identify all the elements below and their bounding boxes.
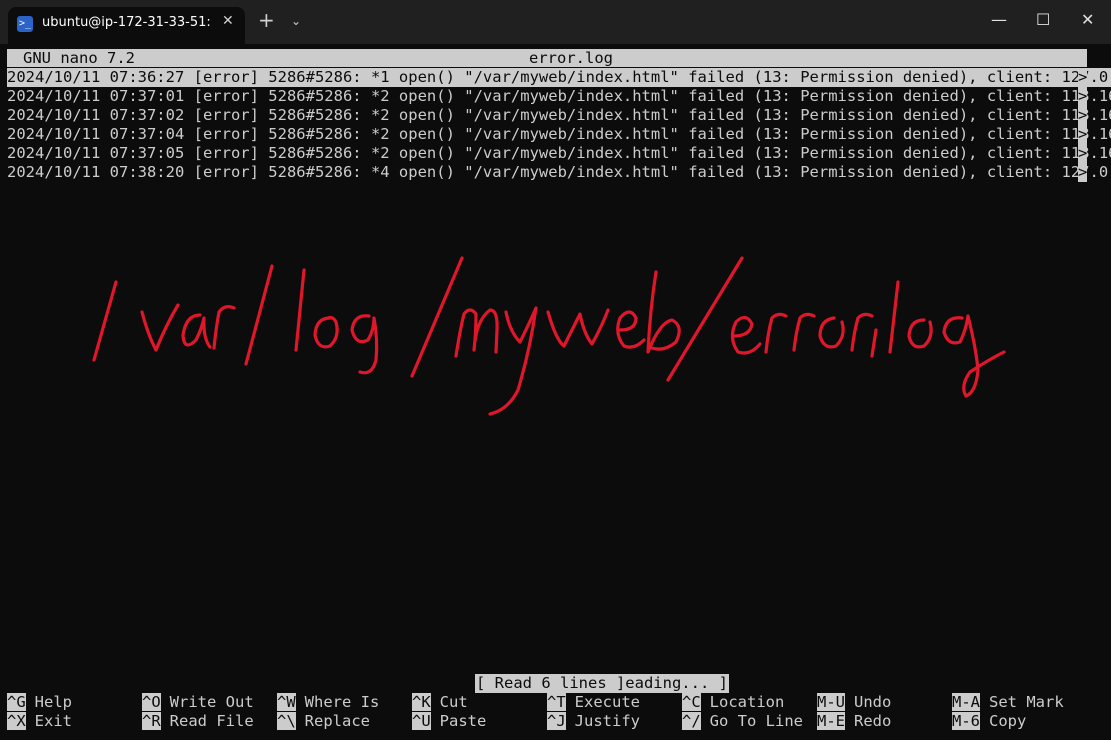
close-window-button[interactable]: ✕ <box>1081 10 1094 29</box>
shortcut-label: Redo <box>854 712 892 730</box>
file-name: error.log <box>529 49 613 67</box>
terminal-icon: >_ <box>17 16 33 32</box>
overflow-marker: > <box>1078 125 1088 144</box>
log-line: 2024/10/11 07:37:04 [error] 5286#5286: *… <box>7 125 1111 143</box>
shortcut-key: ^G <box>7 693 26 711</box>
maximize-button[interactable]: ☐ <box>1036 10 1050 29</box>
overflow-marker: > <box>1078 87 1088 106</box>
shortcut-key: M-E <box>817 712 845 730</box>
shortcut-label: Go To Line <box>709 712 803 730</box>
shortcut-write-out[interactable]: ^O Write Out <box>142 693 254 712</box>
shortcut-key: ^C <box>682 693 701 711</box>
shortcut-label: Cut <box>439 693 468 711</box>
shortcut-key: ^K <box>412 693 431 711</box>
overflow-marker: > <box>1078 68 1088 87</box>
shortcut-key: ^X <box>7 712 26 730</box>
log-line: 2024/10/11 07:38:20 [error] 5286#5286: *… <box>7 163 1111 181</box>
terminal-content[interactable]: GNU nano 7.2 error.log 2024/10/11 07:36:… <box>0 44 1111 740</box>
shortcut-label: Exit <box>34 712 72 730</box>
shortcut-label: Justify <box>574 712 640 730</box>
close-tab-icon[interactable]: ✕ <box>222 13 234 29</box>
shortcut-label: Undo <box>854 693 892 711</box>
shortcut-label: Location <box>709 693 785 711</box>
nano-header: GNU nano 7.2 error.log <box>7 49 1087 67</box>
shortcut-justify[interactable]: ^J Justify <box>547 712 640 731</box>
status-bar: [ Read 6 lines ]eading... ] <box>475 674 729 693</box>
shortcut-where-is[interactable]: ^W Where Is <box>277 693 379 712</box>
overflow-marker: > <box>1078 144 1088 163</box>
shortcut-label: Read File <box>169 712 254 730</box>
shortcut-key: M-U <box>817 693 845 711</box>
shortcut-redo[interactable]: M-E Redo <box>817 712 891 731</box>
shortcut-label: Set Mark <box>989 693 1064 711</box>
log-line: 2024/10/11 07:37:05 [error] 5286#5286: *… <box>7 144 1111 162</box>
shortcut-label: Copy <box>989 712 1027 730</box>
overflow-marker: > <box>1078 163 1088 182</box>
shortcut-execute[interactable]: ^T Execute <box>547 693 640 712</box>
shortcut-key: ^U <box>412 712 431 730</box>
shortcut-key: ^T <box>547 693 566 711</box>
shortcut-go-to-line[interactable]: ^/ Go To Line <box>682 712 803 731</box>
chevron-down-icon[interactable]: ⌄ <box>291 14 301 28</box>
shortcut-replace[interactable]: ^\ Replace <box>277 712 370 731</box>
new-tab-button[interactable]: + <box>258 10 275 30</box>
log-line: 2024/10/11 07:37:02 [error] 5286#5286: *… <box>7 106 1111 124</box>
shortcut-undo[interactable]: M-U Undo <box>817 693 891 712</box>
shortcut-label: Replace <box>304 712 370 730</box>
shortcut-key: ^\ <box>277 712 296 730</box>
log-line: 2024/10/11 07:37:01 [error] 5286#5286: *… <box>7 87 1111 105</box>
shortcut-key: ^/ <box>682 712 701 730</box>
shortcut-paste[interactable]: ^U Paste <box>412 712 486 731</box>
shortcut-key: ^R <box>142 712 161 730</box>
shortcut-location[interactable]: ^C Location <box>682 693 784 712</box>
terminal-tab[interactable]: >_ ubuntu@ip-172-31-33-51: /var ✕ <box>8 7 245 44</box>
shortcut-label: Help <box>34 693 72 711</box>
log-line: 2024/10/11 07:36:27 [error] 5286#5286: *… <box>7 68 1111 87</box>
shortcut-label: Write Out <box>169 693 254 711</box>
shortcut-label: Where Is <box>304 693 380 711</box>
tab-title: ubuntu@ip-172-31-33-51: /var <box>42 15 214 30</box>
shortcut-key: ^O <box>142 693 161 711</box>
shortcut-exit[interactable]: ^X Exit <box>7 712 72 731</box>
shortcut-read-file[interactable]: ^R Read File <box>142 712 254 731</box>
shortcut-set-mark[interactable]: M-A Set Mark <box>952 693 1064 712</box>
minimize-button[interactable]: — <box>991 10 1007 29</box>
shortcut-key: ^W <box>277 693 296 711</box>
shortcut-copy[interactable]: M-6 Copy <box>952 712 1026 731</box>
nano-version: GNU nano 7.2 <box>23 49 135 67</box>
shortcut-label: Execute <box>574 693 640 711</box>
shortcut-key: ^J <box>547 712 566 730</box>
title-bar: >_ ubuntu@ip-172-31-33-51: /var ✕ + ⌄ — … <box>0 0 1111 44</box>
shortcut-key: M-6 <box>952 712 980 730</box>
shortcut-key: M-A <box>952 693 980 711</box>
shortcut-help[interactable]: ^G Help <box>7 693 72 712</box>
shortcut-label: Paste <box>439 712 487 730</box>
shortcut-cut[interactable]: ^K Cut <box>412 693 468 712</box>
overflow-marker: > <box>1078 106 1088 125</box>
